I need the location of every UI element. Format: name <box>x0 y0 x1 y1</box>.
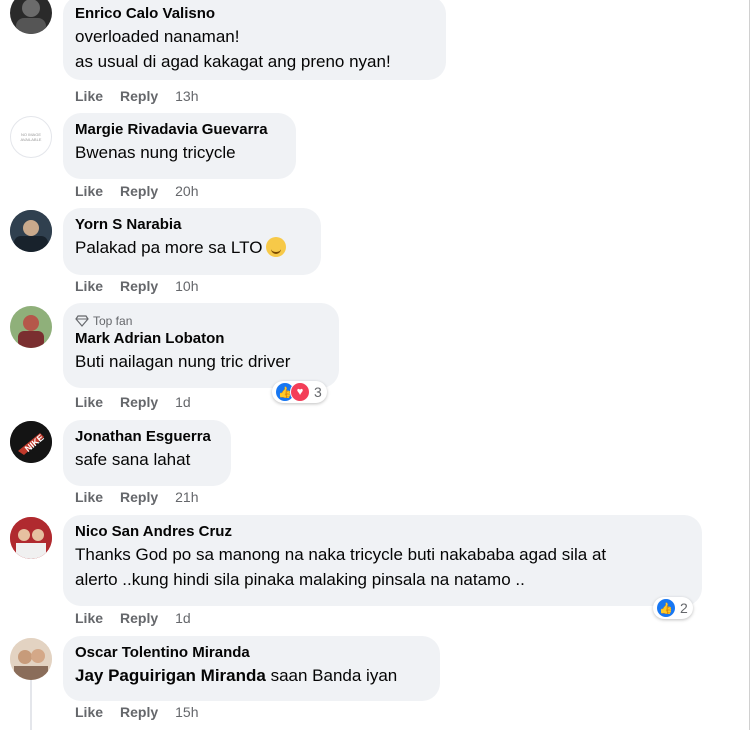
thread-line <box>30 680 32 730</box>
reaction-count: 3 <box>314 384 322 400</box>
comment-time[interactable]: 13h <box>175 88 198 104</box>
like-button[interactable]: Like <box>75 278 103 294</box>
avatar[interactable] <box>10 210 52 252</box>
comment-time[interactable]: 1d <box>175 610 191 626</box>
comment-author[interactable]: Enrico Calo Valisno <box>75 4 434 24</box>
comment-text: as usual di agad kakagat ang preno nyan! <box>75 52 391 71</box>
reply-button[interactable]: Reply <box>120 704 158 720</box>
reaction-count: 2 <box>680 600 688 616</box>
top-fan-badge[interactable]: Top fan <box>75 313 327 329</box>
grinning-sweat-emoji <box>266 236 287 257</box>
like-button[interactable]: Like <box>75 88 103 104</box>
avatar-placeholder-text: NO IMAGE AVAILABLE <box>20 132 42 142</box>
like-button[interactable]: Like <box>75 704 103 720</box>
avatar[interactable]: NO IMAGE AVAILABLE <box>10 116 52 158</box>
comment-actions: Like Reply 10h <box>75 278 199 294</box>
comment-text: Bwenas nung tricycle <box>75 143 236 162</box>
mention-link[interactable]: Jay Paguirigan Miranda <box>75 666 266 685</box>
comment-author[interactable]: Margie Rivadavia Guevarra <box>75 120 284 140</box>
comment-author[interactable]: Nico San Andres Cruz <box>75 522 690 542</box>
avatar[interactable] <box>10 517 52 559</box>
like-button[interactable]: Like <box>75 489 103 505</box>
reply-button[interactable]: Reply <box>120 610 158 626</box>
comment-actions: Like Reply 1d <box>75 394 191 410</box>
comment-time[interactable]: 1d <box>175 394 191 410</box>
comment-actions: Like Reply 20h <box>75 183 199 199</box>
diamond-icon <box>75 315 89 327</box>
comment-time[interactable]: 15h <box>175 704 198 720</box>
badge-label: Top fan <box>93 314 133 328</box>
like-button[interactable]: Like <box>75 394 103 410</box>
comment-bubble: Jonathan Esguerra safe sana lahat <box>63 420 231 486</box>
comment-text: Thanks God po sa manong na naka tricycle… <box>75 545 607 564</box>
comment-bubble: Nico San Andres Cruz Thanks God po sa ma… <box>63 515 702 606</box>
reply-button[interactable]: Reply <box>120 278 158 294</box>
reply-button[interactable]: Reply <box>120 394 158 410</box>
comment-bubble: Margie Rivadavia Guevarra Bwenas nung tr… <box>63 113 296 179</box>
reply-button[interactable]: Reply <box>120 489 158 505</box>
comment-text-wrap: Jay Paguirigan Miranda saan Banda iyan <box>75 663 428 688</box>
comment-time[interactable]: 10h <box>175 278 198 294</box>
comment-text: Buti nailagan nung tric driver <box>75 352 291 371</box>
reaction-summary[interactable]: 👍 ♥ 3 <box>272 381 327 403</box>
comment-time[interactable]: 20h <box>175 183 198 199</box>
avatar[interactable] <box>10 306 52 348</box>
comment-bubble: Enrico Calo Valisno overloaded nanaman! … <box>63 0 446 80</box>
heart-icon: ♥ <box>290 382 310 402</box>
comment-text-wrap: Palakad pa more sa LTO <box>75 235 309 260</box>
avatar[interactable]: NIKE <box>10 421 52 463</box>
comment-text: safe sana lahat <box>75 450 191 469</box>
comment-bubble: Yorn S Narabia Palakad pa more sa LTO <box>63 208 321 275</box>
comment-author[interactable]: Jonathan Esguerra <box>75 427 219 447</box>
thumbs-up-icon: 👍 <box>656 598 676 618</box>
comment-author[interactable]: Yorn S Narabia <box>75 215 309 235</box>
comment-actions: Like Reply 15h <box>75 704 199 720</box>
like-button[interactable]: Like <box>75 183 103 199</box>
comment-author[interactable]: Oscar Tolentino Miranda <box>75 643 428 663</box>
like-button[interactable]: Like <box>75 610 103 626</box>
reply-button[interactable]: Reply <box>120 183 158 199</box>
comment-actions: Like Reply 13h <box>75 88 199 104</box>
comment-text: overloaded nanaman! <box>75 27 240 46</box>
reaction-summary[interactable]: 👍 2 <box>653 597 693 619</box>
comment-text: Palakad pa more sa LTO <box>75 238 263 257</box>
avatar[interactable] <box>10 0 52 34</box>
comment-actions: Like Reply 1d <box>75 610 191 626</box>
comment-bubble: Top fan Mark Adrian Lobaton Buti nailaga… <box>63 303 339 388</box>
comment-text: alerto ..kung hindi sila pinaka malaking… <box>75 570 525 589</box>
comment-actions: Like Reply 21h <box>75 489 199 505</box>
comment-time[interactable]: 21h <box>175 489 198 505</box>
avatar[interactable] <box>10 638 52 680</box>
reply-button[interactable]: Reply <box>120 88 158 104</box>
comment-bubble: Oscar Tolentino Miranda Jay Paguirigan M… <box>63 636 440 701</box>
comment-text: saan Banda iyan <box>270 666 398 685</box>
comment-author[interactable]: Mark Adrian Lobaton <box>75 329 327 349</box>
